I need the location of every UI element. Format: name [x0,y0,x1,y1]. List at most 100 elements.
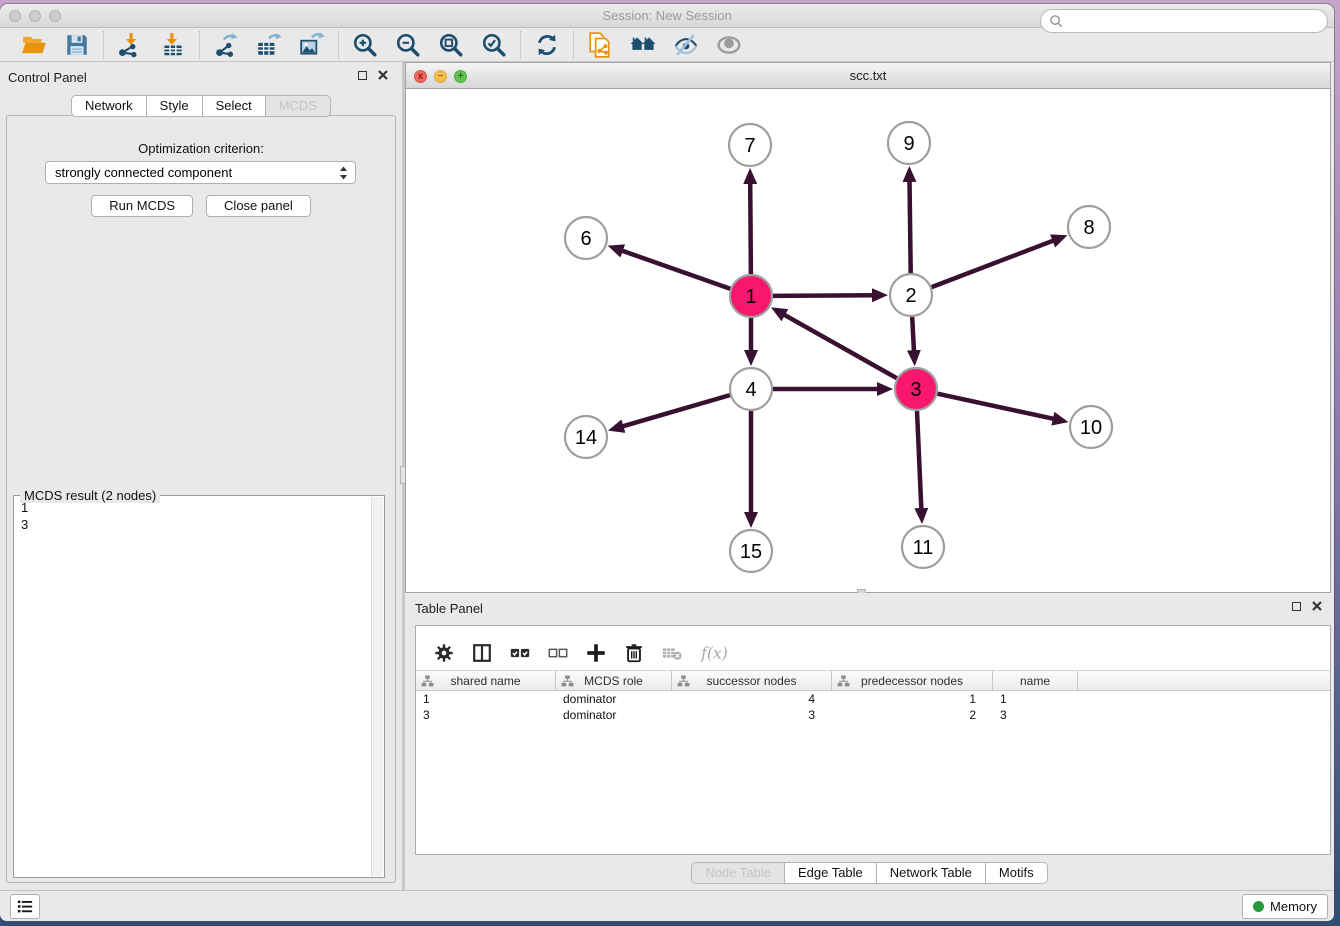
table-cell[interactable]: 1 [416,691,556,707]
table-tab-network-table[interactable]: Network Table [877,862,986,884]
column-edit-icon [837,675,850,687]
app-window: Session: New Session Control Panel Netwo… [0,4,1334,921]
tab-style[interactable]: Style [147,95,203,117]
zoom-out-icon[interactable] [395,32,421,58]
graph-edge-2-3[interactable] [912,317,914,352]
search-icon [1049,14,1064,29]
open-session-icon[interactable] [21,32,47,58]
network-close-button[interactable]: x [414,70,427,83]
export-network-icon[interactable] [213,32,239,58]
network-minimize-button[interactable]: − [434,70,447,83]
export-image-icon[interactable] [299,32,325,58]
column-edit-icon [421,675,434,687]
table-panel: Table Panel f(x) shared nameMCDS rolesuc… [405,593,1334,890]
graph-edge-2-8[interactable] [932,240,1055,287]
graph-node-7[interactable]: 7 [729,124,771,166]
table-tab-edge-table[interactable]: Edge Table [785,862,877,884]
close-panel-icon[interactable] [378,70,388,80]
network-window-controls: x−+ [414,70,467,83]
graph-edge-1-6[interactable] [621,250,730,288]
search-input[interactable] [1068,11,1319,31]
graph-node-11[interactable]: 11 [902,526,944,568]
network-from-file-icon[interactable] [587,32,613,58]
refresh-view-icon[interactable] [534,32,560,58]
svg-text:8: 8 [1083,217,1094,239]
export-table-icon[interactable] [256,32,282,58]
zoom-fit-icon[interactable] [438,32,464,58]
svg-text:f(x): f(x) [700,644,728,662]
control-panel-tabs: NetworkStyleSelectMCDS [0,95,402,117]
table-cell[interactable]: dominator [556,691,672,707]
column-header-predecessor-nodes[interactable]: predecessor nodes [832,671,993,690]
graph-node-10[interactable]: 10 [1070,406,1112,448]
criterion-value: strongly connected component [55,165,232,180]
graph-node-1[interactable]: 1 [730,275,772,317]
settings-icon[interactable] [433,642,455,664]
svg-text:1: 1 [745,286,756,308]
graph-edge-1-2[interactable] [773,295,874,296]
tab-mcds[interactable]: MCDS [266,95,331,117]
graph-node-14[interactable]: 14 [565,416,607,458]
table-cell[interactable]: 3 [672,707,832,723]
close-panel-button[interactable]: Close panel [206,195,311,217]
tab-network[interactable]: Network [71,95,147,117]
graph-node-6[interactable]: 6 [565,217,607,259]
home-view-icon[interactable] [630,32,656,58]
column-label: predecessor nodes [861,674,963,688]
close-table-panel-icon[interactable] [1312,601,1322,611]
deselect-all-checkboxes-icon[interactable] [547,642,569,664]
graph-edge-2-9[interactable] [910,180,911,273]
graph-edge-4-14[interactable] [622,395,730,427]
save-session-icon[interactable] [64,32,90,58]
table-tab-node-table[interactable]: Node Table [691,862,785,884]
graph-edge-3-1[interactable] [783,314,897,378]
graph-edge-1-7[interactable] [750,182,751,274]
table-cell[interactable]: 3 [416,707,556,723]
graph-node-4[interactable]: 4 [730,368,772,410]
tab-select[interactable]: Select [203,95,266,117]
column-header-shared-name[interactable]: shared name [416,671,556,690]
network-canvas[interactable]: 7 9 6 8 1 2 4 3 14 10 15 11 [405,89,1331,593]
table-row[interactable]: 3dominator323 [416,707,1330,723]
select-all-checkboxes-icon[interactable] [509,642,531,664]
result-scrollbar[interactable] [371,497,383,876]
float-table-panel-icon[interactable] [1292,602,1301,611]
add-column-icon[interactable] [585,642,607,664]
table-row[interactable]: 1dominator411 [416,691,1330,707]
control-panel-title: Control Panel [8,70,87,85]
table-cell[interactable]: dominator [556,707,672,723]
graph-edge-3-11[interactable] [917,411,921,510]
run-mcds-button[interactable]: Run MCDS [91,195,193,217]
import-table-icon[interactable] [160,32,186,58]
graph-svg: 7 9 6 8 1 2 4 3 14 10 15 11 [406,89,1330,591]
table-cell[interactable]: 2 [832,707,993,723]
column-header-mcds-role[interactable]: MCDS role [556,671,672,690]
show-graphics-details-icon[interactable] [716,32,742,58]
table-cell[interactable]: 1 [993,691,1078,707]
column-header-name[interactable]: name [993,671,1078,690]
graph-node-9[interactable]: 9 [888,122,930,164]
float-panel-icon[interactable] [358,71,367,80]
zoom-in-icon[interactable] [352,32,378,58]
table-cell[interactable]: 1 [832,691,993,707]
task-history-button[interactable] [10,894,40,919]
search-field[interactable] [1040,9,1328,33]
split-columns-icon[interactable] [471,642,493,664]
graph-node-8[interactable]: 8 [1068,206,1110,248]
table-cell[interactable]: 3 [993,707,1078,723]
zoom-selected-icon[interactable] [481,32,507,58]
graph-node-15[interactable]: 15 [730,530,772,572]
criterion-select[interactable]: strongly connected component [45,161,356,184]
graph-node-2[interactable]: 2 [890,274,932,316]
table-cell[interactable]: 4 [672,691,832,707]
memory-button[interactable]: Memory [1242,894,1328,919]
column-header-successor-nodes[interactable]: successor nodes [672,671,832,690]
import-network-icon[interactable] [117,32,143,58]
graph-edge-3-10[interactable] [938,394,1055,419]
hide-graphics-details-icon[interactable] [673,32,699,58]
delete-columns-icon[interactable] [623,642,645,664]
table-panel-title: Table Panel [415,601,483,616]
table-tab-motifs[interactable]: Motifs [986,862,1048,884]
graph-node-3[interactable]: 3 [895,368,937,410]
network-zoom-button[interactable]: + [454,70,467,83]
